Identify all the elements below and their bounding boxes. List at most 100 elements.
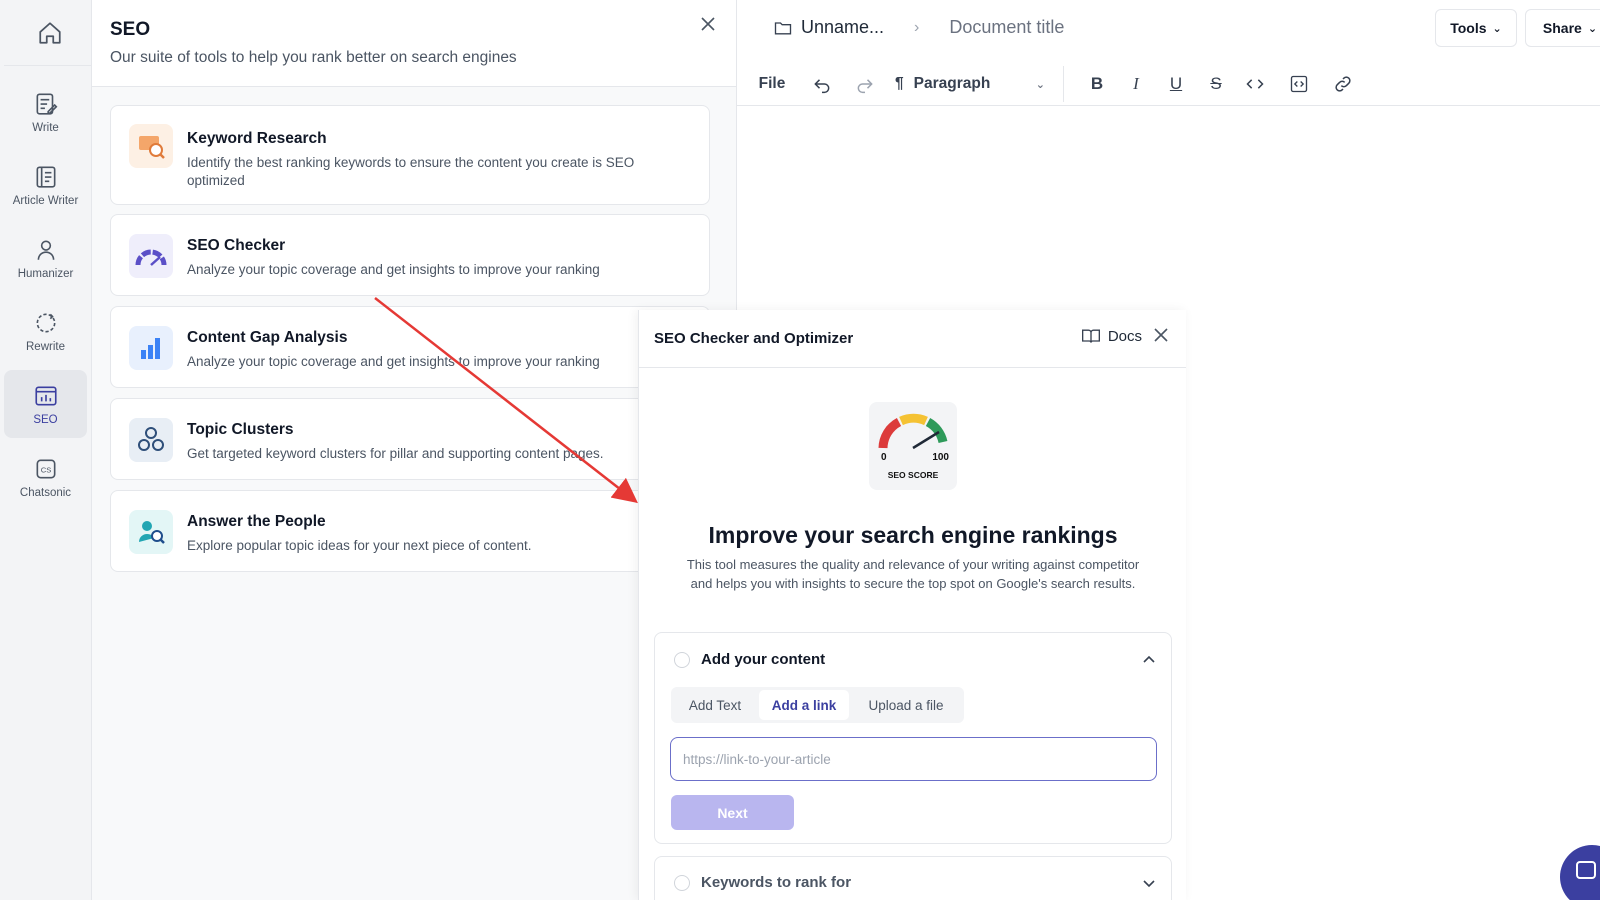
next-button[interactable]: Next	[671, 795, 794, 830]
bar-chart-icon	[129, 326, 173, 370]
document-title[interactable]: Document title	[949, 17, 1064, 38]
rail-item-label: Write	[32, 121, 59, 134]
rail-item-rewrite[interactable]: Rewrite	[4, 297, 87, 365]
chatsonic-icon: CS	[36, 459, 55, 478]
tool-card-seo-checker[interactable]: SEO Checker Analyze your topic coverage …	[110, 214, 710, 296]
section-title[interactable]: Keywords to rank for	[701, 874, 851, 891]
paragraph-style-select[interactable]: ¶ Paragraph ⌄	[895, 70, 1045, 98]
formatting-toolbar: File ¶ Paragraph ⌄ B I U S	[737, 62, 1600, 106]
seo-panel-header: SEO Our suite of tools to help you rank …	[92, 0, 736, 87]
gauge-icon	[878, 413, 948, 450]
chevron-down-icon: ⌄	[1035, 78, 1045, 91]
toolbar-divider	[1063, 66, 1064, 102]
chevron-down-icon[interactable]	[1141, 875, 1157, 891]
gauge-caption: SEO SCORE	[887, 470, 939, 480]
seo-checker-modal: SEO Checker and Optimizer Docs 0 100 SEO…	[638, 310, 1186, 900]
bold-button[interactable]: B	[1082, 70, 1112, 98]
paragraph-label: Paragraph	[913, 75, 991, 92]
rail-item-chatsonic[interactable]: CS Chatsonic	[4, 443, 87, 511]
chat-icon	[1576, 861, 1596, 879]
link-button[interactable]	[1328, 70, 1358, 98]
folder-icon	[774, 21, 792, 34]
section-title[interactable]: Add your content	[701, 651, 825, 668]
book-icon	[1081, 329, 1100, 343]
chevron-up-icon[interactable]	[1141, 652, 1157, 668]
code-block-button[interactable]	[1284, 70, 1314, 98]
strikethrough-icon: S	[1210, 74, 1222, 93]
italic-button[interactable]: I	[1121, 70, 1151, 98]
strikethrough-button[interactable]: S	[1201, 70, 1231, 98]
article-icon	[36, 165, 55, 188]
rail-item-write[interactable]: Write	[4, 78, 87, 146]
keywords-section: Keywords to rank for	[654, 856, 1172, 900]
left-rail: Write Article Writer Humanizer Rewrite S…	[0, 0, 96, 900]
step-radio	[674, 652, 690, 668]
undo-button[interactable]	[807, 70, 837, 98]
breadcrumb: Unname... › Document title	[773, 17, 1064, 38]
modal-description: This tool measures the quality and relev…	[686, 557, 1140, 591]
tool-card-topic-clusters[interactable]: Topic Clusters Get targeted keyword clus…	[110, 398, 710, 480]
inline-code-button[interactable]	[1240, 70, 1270, 98]
pilcrow-icon: ¶	[895, 75, 904, 92]
rail-item-label: Humanizer	[17, 267, 74, 280]
modal-title: SEO Checker and Optimizer	[654, 330, 854, 347]
editor-topbar: Unname... › Document title Tools ⌄ Share…	[737, 0, 1600, 56]
tool-description: Analyze your topic coverage and get insi…	[187, 262, 600, 277]
tab-add-text[interactable]: Add Text	[674, 690, 756, 720]
tab-upload-file[interactable]: Upload a file	[852, 690, 960, 720]
underline-button[interactable]: U	[1161, 70, 1191, 98]
docs-link[interactable]: Docs	[1081, 327, 1142, 345]
rail-item-label: SEO	[33, 413, 58, 426]
underline-icon: U	[1169, 74, 1183, 93]
tool-card-content-gap-analysis[interactable]: Content Gap Analysis Analyze your topic …	[110, 306, 710, 388]
close-icon[interactable]	[1152, 326, 1170, 344]
rail-item-label: Article Writer	[12, 194, 79, 207]
share-button[interactable]: Share ⌄	[1525, 9, 1600, 47]
tool-title: Topic Clusters	[187, 421, 294, 438]
keyword-search-icon	[129, 124, 173, 168]
undo-icon	[814, 79, 830, 94]
chevron-down-icon: ⌄	[1492, 22, 1502, 35]
docs-label: Docs	[1107, 327, 1142, 345]
tool-title: Keyword Research	[187, 130, 327, 147]
tools-button[interactable]: Tools ⌄	[1435, 9, 1517, 47]
person-icon	[37, 240, 54, 260]
rail-item-humanizer[interactable]: Humanizer	[4, 224, 87, 292]
tool-description: Analyze your topic coverage and get insi…	[187, 354, 600, 369]
home-icon	[39, 21, 61, 44]
content-source-tabs: Add Text Add a link Upload a file	[671, 687, 964, 723]
redo-icon	[857, 79, 873, 94]
gauge-max: 100	[932, 452, 949, 463]
redo-button[interactable]	[850, 70, 880, 98]
home-button[interactable]	[4, 0, 96, 66]
tool-card-answer-the-people[interactable]: Answer the People Explore popular topic …	[110, 490, 710, 572]
cluster-icon	[129, 418, 173, 462]
rail-item-label: Chatsonic	[19, 486, 72, 499]
share-label: Share	[1542, 20, 1582, 36]
tool-title: Answer the People	[187, 513, 326, 530]
rail-item-seo[interactable]: SEO	[4, 370, 87, 438]
tool-description: Explore popular topic ideas for your nex…	[187, 538, 532, 553]
link-icon	[1335, 76, 1351, 92]
rail-item-article-writer[interactable]: Article Writer	[4, 151, 87, 219]
rewrite-icon	[36, 313, 55, 332]
chevron-down-icon: ⌄	[1587, 22, 1598, 35]
tool-description: Get targeted keyword clusters for pillar…	[187, 446, 604, 461]
add-content-section: Add your content Add Text Add a link Upl…	[654, 632, 1172, 844]
article-link-input[interactable]	[670, 737, 1157, 781]
modal-heading: Improve your search engine rankings	[708, 522, 1118, 548]
tool-card-keyword-research[interactable]: Keyword Research Identify the best ranki…	[110, 105, 710, 205]
bold-icon: B	[1090, 74, 1104, 93]
folder-name[interactable]: Unname...	[801, 17, 884, 38]
close-icon[interactable]	[698, 14, 718, 34]
seo-chart-icon	[34, 386, 57, 405]
chevron-right-icon: ›	[914, 18, 920, 36]
seo-score-gauge: 0 100 SEO SCORE	[869, 402, 957, 490]
step-radio	[674, 875, 690, 891]
file-menu[interactable]: File	[755, 70, 789, 98]
tool-title: SEO Checker	[187, 237, 286, 254]
seo-panel-title: SEO	[110, 19, 151, 40]
rail-item-label: Rewrite	[26, 340, 65, 353]
code-block-icon	[1290, 75, 1308, 93]
tab-add-link[interactable]: Add a link	[759, 690, 849, 720]
